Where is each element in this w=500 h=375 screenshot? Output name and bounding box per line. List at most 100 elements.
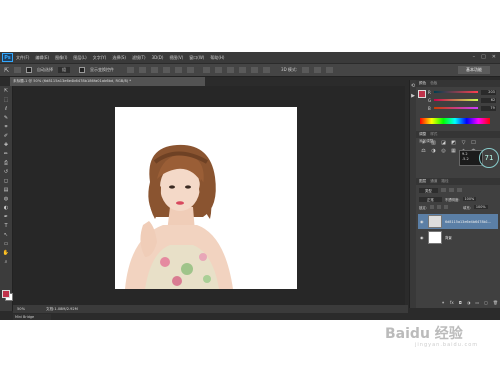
layer-kind-filter[interactable]: 类型 (419, 187, 438, 193)
auto-select-dropdown[interactable]: 组 (58, 67, 71, 73)
tab-color[interactable]: 颜色 (419, 80, 426, 87)
pen-tool-icon[interactable]: ✒ (2, 214, 10, 221)
marquee-tool-icon[interactable]: ⬚ (2, 97, 10, 104)
maximize-button[interactable]: □ (481, 53, 486, 62)
new-layer-icon[interactable]: ▢ (484, 300, 488, 305)
blur-tool-icon[interactable]: ◍ (2, 196, 10, 203)
move-tool-icon[interactable]: ⇱ (4, 67, 9, 74)
fx-icon[interactable]: fx (450, 300, 454, 305)
quick-select-tool-icon[interactable]: ✎ (2, 115, 10, 122)
visibility-eye-icon[interactable]: ◉ (420, 219, 425, 224)
move-tool-icon[interactable]: ⇱ (2, 88, 10, 95)
menu-item[interactable]: 文件(F) (16, 53, 29, 62)
3d-drag-button[interactable] (326, 67, 334, 73)
dodge-tool-icon[interactable]: ◐ (2, 205, 10, 212)
menu-item[interactable]: 窗口(W) (189, 53, 204, 62)
layer-row-selected[interactable]: ◉ 6d8115a13e6e4b6478b1... (418, 214, 498, 229)
close-button[interactable]: ✕ (492, 53, 496, 62)
zoom-level[interactable]: 50% (17, 306, 25, 312)
eraser-tool-icon[interactable]: ◻ (2, 178, 10, 185)
auto-select-checkbox[interactable] (26, 67, 33, 73)
filter-type-button[interactable] (456, 188, 462, 192)
filter-adjust-button[interactable] (448, 188, 454, 192)
adjustment-icon[interactable]: ◑ (430, 148, 437, 154)
fill-input[interactable]: 100% (473, 205, 488, 209)
align-center-button[interactable] (175, 67, 183, 73)
menu-item[interactable]: 帮助(H) (210, 53, 224, 62)
menu-item[interactable]: 3D(D) (152, 53, 164, 62)
tab-layers[interactable]: 图层 (419, 178, 426, 185)
layer-row-background[interactable]: ◉ 背景 (418, 230, 498, 245)
tool-preset-picker[interactable] (14, 67, 22, 73)
3d-roll-button[interactable] (314, 67, 322, 73)
color-panel-foreground-swatch[interactable] (418, 90, 426, 98)
history-brush-tool-icon[interactable]: ↺ (2, 169, 10, 176)
tab-paths[interactable]: 路径 (441, 178, 448, 185)
adjustment-layer-icon[interactable]: ◑ (467, 300, 471, 305)
document-size[interactable]: 文档:1.08M/2.92M (46, 306, 78, 312)
opacity-input[interactable]: 100% (462, 197, 477, 201)
menu-item[interactable]: 编辑(E) (35, 53, 49, 62)
adjustment-icon[interactable]: ▽ (460, 140, 467, 146)
type-tool-icon[interactable]: T (2, 223, 10, 230)
adjustment-icon[interactable]: ☀ (420, 140, 427, 146)
foreground-color-swatch[interactable] (2, 290, 10, 298)
tab-channels[interactable]: 通道 (430, 178, 437, 185)
lock-all-button[interactable] (443, 205, 448, 209)
distribute-right-button[interactable] (263, 67, 271, 73)
color-spectrum-ramp[interactable] (420, 118, 490, 124)
menu-item[interactable]: 滤镜(T) (132, 53, 146, 62)
distribute-middle-button[interactable] (215, 67, 223, 73)
align-bottom-button[interactable] (151, 67, 159, 73)
lasso-tool-icon[interactable]: ℓ (2, 106, 10, 113)
healing-tool-icon[interactable]: ✚ (2, 142, 10, 149)
adjustment-icon[interactable]: ⚖ (420, 148, 427, 154)
eyedropper-tool-icon[interactable]: ✐ (2, 133, 10, 140)
clone-stamp-tool-icon[interactable]: ⎙ (2, 160, 10, 167)
adjustment-icon[interactable]: ☐ (470, 140, 477, 146)
blend-mode-dropdown[interactable]: 正常 (419, 196, 442, 202)
show-transform-checkbox[interactable] (79, 67, 86, 73)
workspace-switcher[interactable]: 基本功能 (458, 66, 490, 74)
document-canvas[interactable] (115, 107, 297, 289)
r-slider[interactable] (433, 91, 478, 93)
menu-item[interactable]: 图层(L) (73, 53, 86, 62)
link-layers-icon[interactable]: ⚭ (442, 300, 445, 305)
distribute-center-button[interactable] (251, 67, 259, 73)
adjustment-icon[interactable]: ▥ (430, 140, 437, 146)
align-right-button[interactable] (187, 67, 195, 73)
zoom-tool-icon[interactable]: ⌕ (2, 259, 10, 266)
menu-item[interactable]: 选择(S) (112, 53, 126, 62)
hand-tool-icon[interactable]: ✋ (2, 250, 10, 257)
crop-tool-icon[interactable]: ⌗ (2, 124, 10, 131)
lock-position-button[interactable] (436, 205, 441, 209)
trash-icon[interactable]: 🗑 (493, 300, 498, 305)
minimize-button[interactable]: – (473, 53, 476, 62)
align-left-button[interactable] (163, 67, 171, 73)
3d-rotate-button[interactable] (302, 67, 310, 73)
g-slider[interactable] (434, 99, 479, 101)
b-value-input[interactable]: 79 (480, 105, 496, 111)
menu-item[interactable]: 文字(Y) (93, 53, 107, 62)
document-tab[interactable]: 未标题-1 @ 50% (6d8115a13e6e4b6478b186fa01a… (10, 77, 205, 86)
align-top-button[interactable] (127, 67, 135, 73)
menu-item[interactable]: 视图(V) (169, 53, 183, 62)
filter-pixel-button[interactable] (440, 188, 446, 192)
lock-pixels-button[interactable] (429, 205, 434, 209)
distribute-bottom-button[interactable] (227, 67, 235, 73)
shape-tool-icon[interactable]: ▭ (2, 241, 10, 248)
adjustment-icon[interactable]: ◩ (450, 140, 457, 146)
brush-tool-icon[interactable]: ✏ (2, 151, 10, 158)
b-slider[interactable] (433, 107, 478, 109)
tab-adjustments[interactable]: 调整 (419, 131, 426, 138)
align-middle-button[interactable] (139, 67, 147, 73)
tab-styles[interactable]: 样式 (430, 131, 437, 138)
adjustment-icon[interactable]: ◎ (440, 148, 447, 154)
menu-item[interactable]: 图像(I) (55, 53, 67, 62)
visibility-eye-icon[interactable]: ◉ (420, 235, 425, 240)
group-icon[interactable]: ▭ (475, 300, 479, 305)
distribute-top-button[interactable] (203, 67, 211, 73)
tab-swatches[interactable]: 色板 (430, 80, 437, 87)
g-value-input[interactable]: 62 (481, 97, 497, 103)
adjustment-icon[interactable]: ▦ (450, 148, 457, 154)
